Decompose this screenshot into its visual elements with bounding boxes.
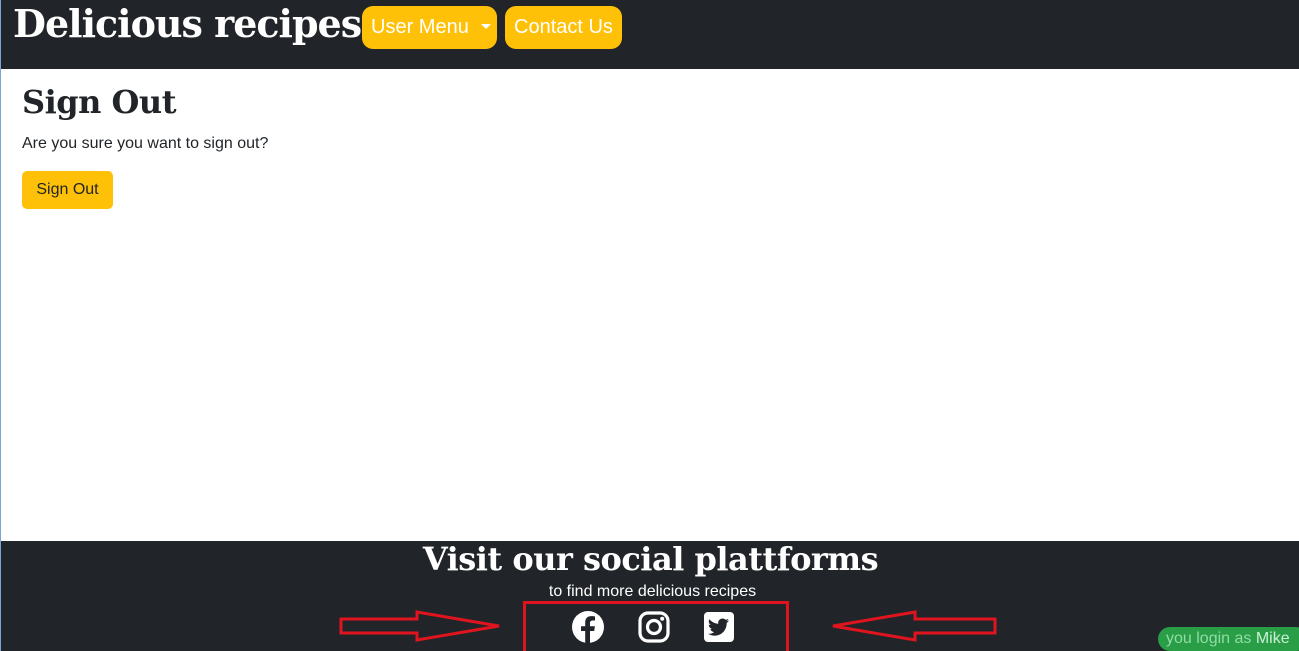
contact-us-button[interactable]: Contact Us <box>505 6 622 49</box>
instagram-icon[interactable] <box>637 610 671 644</box>
sign-out-button[interactable]: Sign Out <box>22 171 113 209</box>
facebook-icon[interactable] <box>571 610 605 644</box>
footer-subtitle: to find more delicious recipes <box>548 583 757 600</box>
login-status-badge: you login as Mike <box>1158 627 1299 651</box>
left-arrow-annotation-icon <box>832 610 997 642</box>
footer-title: Visit our social plattforms <box>422 540 879 578</box>
brand-title[interactable]: Delicious recipes <box>13 0 362 48</box>
page-title: Sign Out <box>22 83 176 121</box>
login-prefix: you login as <box>1166 630 1252 647</box>
login-username: Mike <box>1255 630 1290 647</box>
signout-message: Are you sure you want to sign out? <box>22 135 269 152</box>
caret-down-icon <box>480 24 491 29</box>
user-menu-label: User Menu <box>371 16 469 38</box>
navbar: Delicious recipes User Menu Contact Us <box>1 0 1299 69</box>
user-menu-dropdown[interactable]: User Menu <box>362 6 497 49</box>
page: Delicious recipes User Menu Contact Us S… <box>0 0 1299 651</box>
right-arrow-annotation-icon <box>339 610 500 642</box>
twitter-icon[interactable] <box>702 610 736 644</box>
